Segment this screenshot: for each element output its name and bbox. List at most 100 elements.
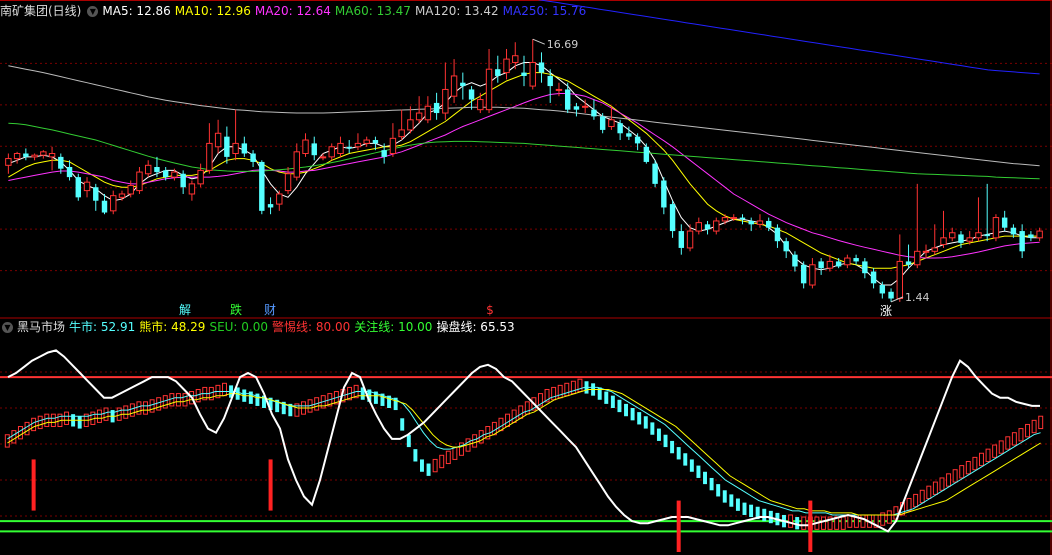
candle-body-up [232,142,239,155]
candle-body-up [389,137,397,155]
indicator-bar-up [906,498,912,512]
candle-body-up [756,220,764,225]
candle-body-up [415,112,423,121]
indicator-bar-up [445,450,451,465]
candle-body-up [424,105,432,121]
candle-body-down [748,220,754,225]
candle-body-up [730,217,737,220]
indicator-bar-up [24,421,30,436]
indicator-bar-up [432,458,438,473]
candle-body-up [512,55,519,63]
candle-body-up [118,193,126,198]
indicator-bar-up [511,409,517,423]
candle-body-up [826,260,834,269]
indicator-bar-up [498,417,504,432]
indicator-bar-up [932,481,938,495]
indicator-bar-up [4,434,10,448]
candle-body-up [896,260,904,300]
indicator-bar-down [413,449,418,462]
candle-body-up [581,105,589,108]
candle-body-down [599,116,606,130]
candle-body-up [975,232,982,239]
candle-body-down [853,258,859,262]
candle-body-down [154,167,160,173]
indicator-bar-up [17,426,23,440]
candle-body-up [721,217,729,222]
candle-body-down [661,180,667,208]
candle-body-down [564,89,571,110]
indicator-bar-up [123,405,129,419]
candle-body-down [879,285,886,294]
indicator-bar-up [992,444,998,458]
indicator-bar-up [50,413,56,428]
indicator-bar-down [656,428,661,441]
candle-body-up [48,153,56,158]
signal-bar [268,459,273,511]
indicator-bar-up [518,405,524,419]
indicator-bar-up [472,434,478,448]
indicator-bar-up [1038,415,1044,430]
signal-bar [676,500,681,552]
candle-body-down [468,89,475,100]
indicator-bar-up [524,401,530,415]
indicator-bar-up [182,393,188,407]
indicator-bar-up [1031,419,1037,434]
candle-body-down [538,62,545,73]
candle-body-up [171,171,178,178]
candle-body-down [1010,227,1017,235]
chart-canvas[interactable]: 16.69 1.44 解 跌 财 $ 涨 [0,0,1052,555]
candle-body-up [844,257,851,266]
candle-body-down [626,133,632,137]
indicator-bar-down [624,403,628,417]
candle-body-down [862,261,868,274]
candle-body-up [931,247,938,252]
candle-body-up [110,195,117,212]
candle-body-up [503,58,510,74]
indicator-bar-up [952,469,958,483]
candle-body-up [302,139,309,155]
indicator-bar-up [913,493,919,508]
candle-body-up [713,220,720,232]
candle-body-down [224,136,230,157]
indicator-bar-down [406,434,411,448]
indicator-bar-up [886,510,892,524]
candle-body-down [75,177,81,198]
indicator-bar-down [716,484,721,497]
candle-body-up [197,169,204,185]
indicator-bar-up [946,473,952,487]
candle-body-down [704,224,711,230]
candle-body-down [381,150,387,157]
event-marker: $ [486,303,494,317]
candle-body-up [485,68,493,111]
candle-body-down [800,264,807,284]
indicator-bar-down [400,418,405,431]
candle-body-down [792,254,798,267]
candle-body-down [634,136,641,144]
low-label: 1.44 [905,291,930,304]
candle-body-up [31,154,38,158]
indicator-bar-down [722,490,727,503]
indicator-bar-up [821,516,826,530]
indicator-bar-down [683,453,688,466]
candle-body-up [450,75,458,97]
candle-body-down [1019,231,1025,252]
candle-body-up [127,185,134,195]
candle-body-down [958,234,964,243]
indicator-bar-up [96,409,102,423]
indicator-bar-down [749,504,754,518]
indicator-bar-down [610,395,615,408]
indicator-bar-up [11,430,17,444]
candle-body-down [241,143,248,154]
signal-bar [31,459,36,511]
indicator-bar-down [729,494,734,507]
candle-body-up [40,151,47,156]
candle-body-up [914,250,921,266]
candle-body-down [346,146,352,149]
indicator-bar-down [637,412,642,425]
indicator-bar-up [840,516,846,530]
indicator-bar-down [650,422,655,435]
indicator-bar-up [505,413,511,428]
candle-body-down [267,204,274,208]
indicator-bar-down [742,502,747,515]
candle-body-down [495,69,501,76]
